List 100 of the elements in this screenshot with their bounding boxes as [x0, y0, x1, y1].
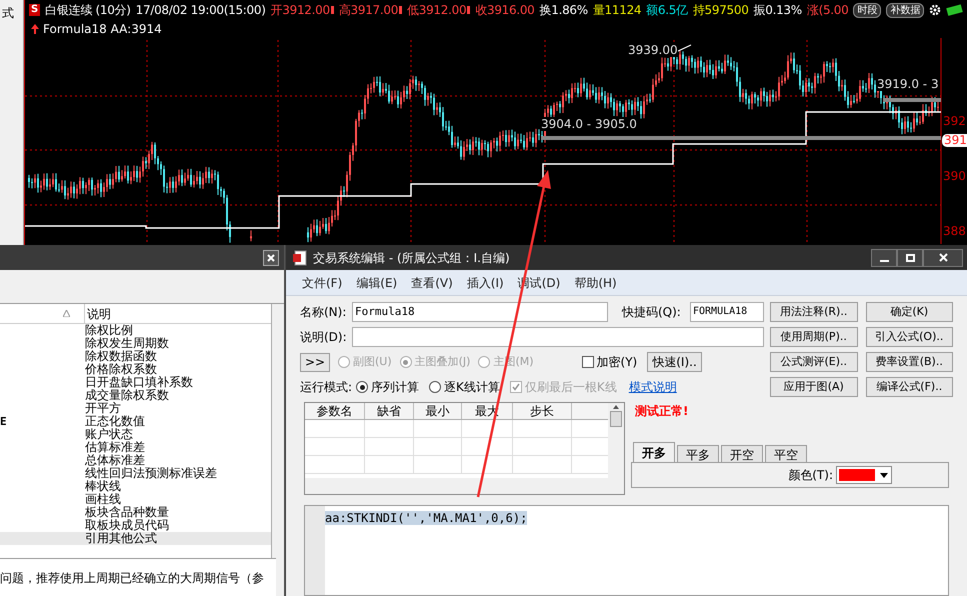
column-header[interactable]: 参数名 [305, 403, 365, 419]
price-axis-label: 390 [943, 168, 966, 185]
name-field[interactable]: Formula18 [352, 302, 608, 322]
field-label: 快捷码(Q): [622, 304, 682, 321]
signal-tab[interactable]: 开多 [633, 442, 675, 462]
menu-item[interactable]: 编辑(E) [356, 274, 398, 292]
quote-value: 涨(5.00 [806, 2, 848, 19]
function-description: 除权发生周期数 [85, 337, 169, 350]
mode-help-link[interactable]: 模式说明 [628, 378, 677, 396]
radio-label: 主图叠加(J) [414, 354, 470, 370]
column-header[interactable]: 最小 [414, 403, 462, 419]
field-label: 颜色(T): [788, 467, 833, 484]
quote-value: 振0.13% [754, 2, 802, 19]
function-row[interactable]: 除权比例 [0, 324, 271, 337]
function-row[interactable]: 价格除权系数 [0, 363, 271, 376]
quote-value: 持597500 [692, 2, 749, 19]
function-row[interactable]: 开平方 [0, 402, 271, 415]
toolbar-button[interactable]: 补数据 [886, 2, 924, 18]
radio-label: 序列计算 [371, 379, 420, 396]
toolbar-button[interactable]: 时段 [853, 2, 882, 18]
function-description: 引用其他公式 [85, 532, 157, 545]
function-description: 正态化数值 [85, 415, 145, 428]
window-title: 交易系统编辑 - (所属公式组：I.自编) [313, 250, 511, 266]
function-row[interactable]: E 正态化数值 [0, 415, 271, 428]
quote-value: 17/08/02 19:00(15:00) [136, 2, 266, 19]
quote-value: 换1.86% [540, 2, 588, 19]
function-row[interactable]: 账户状态 [0, 428, 271, 441]
quote-value: 量11124 [592, 2, 642, 19]
action-button[interactable]: 用法注释(R).. [770, 302, 858, 322]
menu-item[interactable]: 查看(V) [411, 274, 453, 292]
column-header[interactable]: 缺省 [365, 403, 414, 419]
action-button[interactable]: 确定(K) [866, 302, 953, 322]
action-button[interactable]: 应用于图(A) [770, 377, 858, 397]
function-description: 成交量除权系数 [85, 389, 169, 402]
function-description: 除权比例 [85, 324, 133, 337]
checkbox-label: 仅刷最后一根K线 [524, 379, 617, 396]
price-axis-label: 388 [943, 223, 966, 240]
function-code: E [0, 415, 7, 428]
function-description: 棒状线 [85, 480, 121, 493]
price-annotation: 3904.0 - 3905.0 [541, 117, 637, 131]
expand-button[interactable]: >> [300, 352, 330, 372]
price-annotation: 3939.00 [628, 43, 678, 57]
action-button[interactable]: 使用周期(P).. [770, 327, 858, 347]
function-description: 账户状态 [85, 428, 133, 441]
menu-item[interactable]: 文件(F) [302, 274, 342, 292]
function-description: 画柱线 [85, 493, 121, 506]
function-row[interactable]: 总体标准差 [0, 454, 271, 467]
quote-value: 开3912.00 [270, 2, 330, 19]
symbol-badge: S [29, 4, 40, 16]
field-label: 说明(D): [300, 329, 348, 346]
current-price-tag: 391 [942, 134, 967, 147]
action-button[interactable]: 费率设置(B).. [866, 352, 953, 372]
function-row[interactable]: 成交量除权系数 [0, 389, 271, 402]
shortcut-field[interactable]: FORMULA18 [690, 302, 764, 322]
function-row[interactable]: 画柱线 [0, 493, 271, 506]
price-annotation: 3919.0 - 3 [877, 77, 939, 91]
signal-tab[interactable]: 平多 [677, 445, 719, 462]
signal-tab[interactable]: 开空 [721, 445, 763, 462]
quote-value: 收3916.00 [475, 2, 535, 19]
function-row[interactable]: 除权数据函数 [0, 350, 271, 363]
radio-label: 逐K线计算 [444, 379, 500, 396]
field-label: 名称(N): [300, 304, 348, 321]
function-row[interactable]: 日开盘缺口填补系数 [0, 376, 271, 389]
action-button[interactable]: 编译公式(F).. [866, 377, 953, 397]
function-description: 板块含品种数量 [85, 506, 169, 519]
quick-button[interactable]: 快速(I).. [647, 352, 702, 372]
menu-item[interactable]: 帮助(H) [574, 274, 617, 292]
price-axis-label: 392 [943, 113, 966, 130]
column-header[interactable]: 说明 [85, 304, 111, 323]
function-row[interactable]: 估算标准差 [0, 441, 271, 454]
function-row[interactable]: 除权发生周期数 [0, 337, 271, 350]
status-message: 测试正常! [634, 403, 690, 420]
function-row[interactable]: 棒状线 [0, 480, 271, 493]
indicator-value: Formula18 AA:3914 [43, 21, 162, 38]
radio-label: 副图(U) [353, 354, 392, 370]
function-row[interactable]: 引用其他公式 [0, 532, 271, 545]
function-description: 除权数据函数 [85, 350, 157, 363]
function-description: 价格除权系数 [85, 363, 157, 376]
function-description: 估算标准差 [85, 441, 145, 454]
function-description: 开平方 [85, 402, 121, 415]
function-description: 线性回归法预测标准误差 [85, 467, 217, 480]
quote-value: 低3912.00 [407, 2, 466, 19]
function-description: 总体标准差 [85, 454, 145, 467]
help-text: 问题，推荐使用上周期已经确立的大周期信号（参 [0, 570, 264, 586]
field-label: 运行模式: [300, 379, 352, 396]
code-editor[interactable]: aa:STKINDI('','MA.MA1',0,6); [304, 505, 949, 596]
function-description: 日开盘缺口填补系数 [85, 376, 193, 389]
action-button[interactable]: 引入公式(O).. [866, 327, 953, 347]
menu-item[interactable]: 插入(I) [466, 274, 504, 292]
quote-value: 白银连续 (10分) [45, 2, 131, 19]
function-row[interactable]: 取板块成员代码 [0, 519, 271, 532]
checkbox-label: 加密(Y) [596, 354, 638, 371]
signal-tab[interactable]: 平空 [765, 445, 807, 462]
function-description: 取板块成员代码 [85, 519, 169, 532]
function-row[interactable]: 板块含品种数量 [0, 506, 271, 519]
function-row[interactable]: 线性回归法预测标准误差 [0, 467, 271, 480]
quote-value: 额6.5亿 [646, 2, 688, 19]
action-button[interactable]: 公式测评(E).. [770, 352, 858, 372]
side-panel-label: 式 [2, 6, 14, 20]
column-header[interactable]: 步长 [513, 403, 572, 419]
